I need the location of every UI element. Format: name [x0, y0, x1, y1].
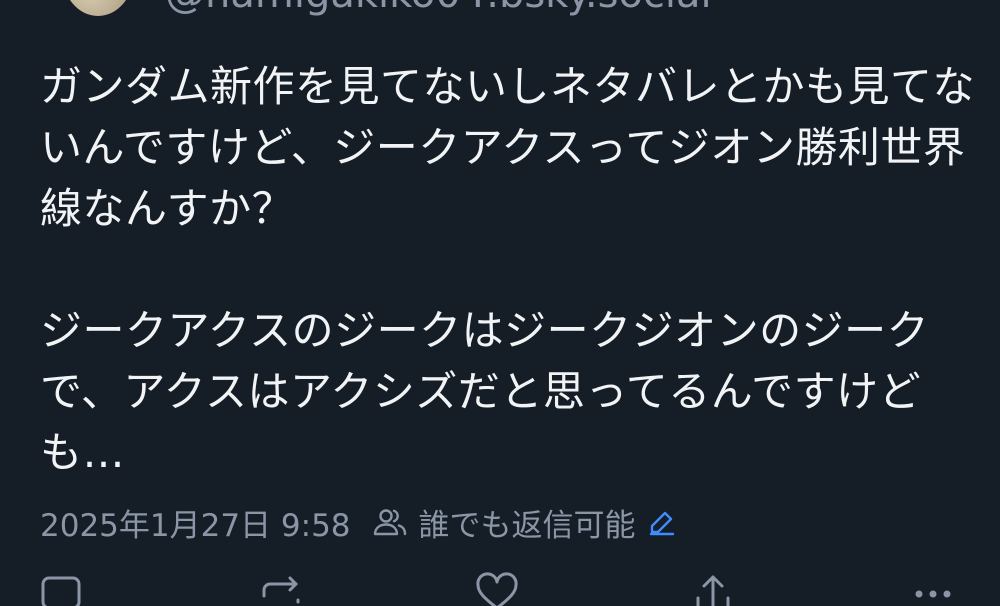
share-icon[interactable] [690, 570, 736, 606]
reply-icon[interactable] [40, 570, 86, 606]
post-paragraph-1: ガンダム新作を見てないしネタバレとかも見てないんですけど、ジークアクスってジオン… [40, 62, 976, 233]
author-handle[interactable]: @hamigakiko04.bsky.social [165, 0, 712, 18]
post-actions [0, 570, 1000, 606]
more-icon[interactable] [910, 570, 956, 606]
people-icon [373, 507, 407, 537]
post-text: ガンダム新作を見てないしネタバレとかも見てないんですけど、ジークアクスってジオン… [40, 56, 980, 483]
post-paragraph-2: ジークアクスのジークはジークジオンのジークで、アクスはアクシズだと思ってるんです… [40, 306, 930, 477]
pencil-icon[interactable] [648, 508, 676, 536]
like-icon[interactable] [474, 570, 520, 606]
reply-setting-label[interactable]: 誰でも返信可能 [419, 500, 636, 545]
post-meta: 2025年1月27日 9:58 誰でも返信可能 [40, 500, 676, 544]
avatar[interactable] [62, 0, 134, 16]
repost-icon[interactable] [258, 570, 304, 606]
post-timestamp: 2025年1月27日 9:58 [40, 507, 351, 544]
